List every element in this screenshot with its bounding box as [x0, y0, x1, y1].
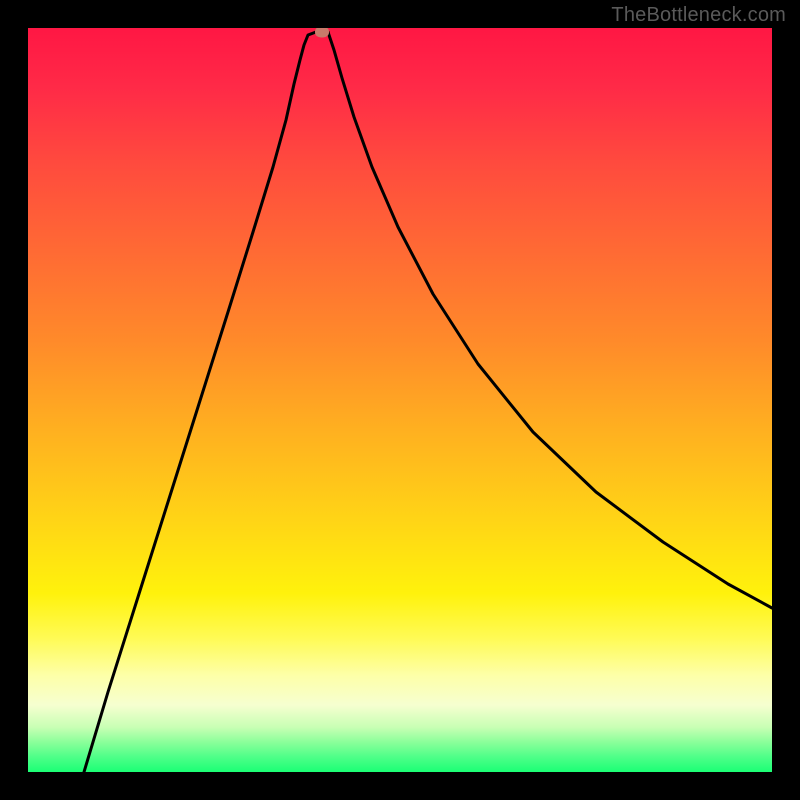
- curve-left-branch: [84, 32, 316, 772]
- chart-curve: [28, 28, 772, 772]
- chart-frame: [28, 28, 772, 772]
- curve-right-branch: [328, 32, 772, 608]
- watermark-text: TheBottleneck.com: [611, 4, 786, 27]
- chart-plot-area: [28, 28, 772, 772]
- chart-marker-dot: [315, 28, 329, 38]
